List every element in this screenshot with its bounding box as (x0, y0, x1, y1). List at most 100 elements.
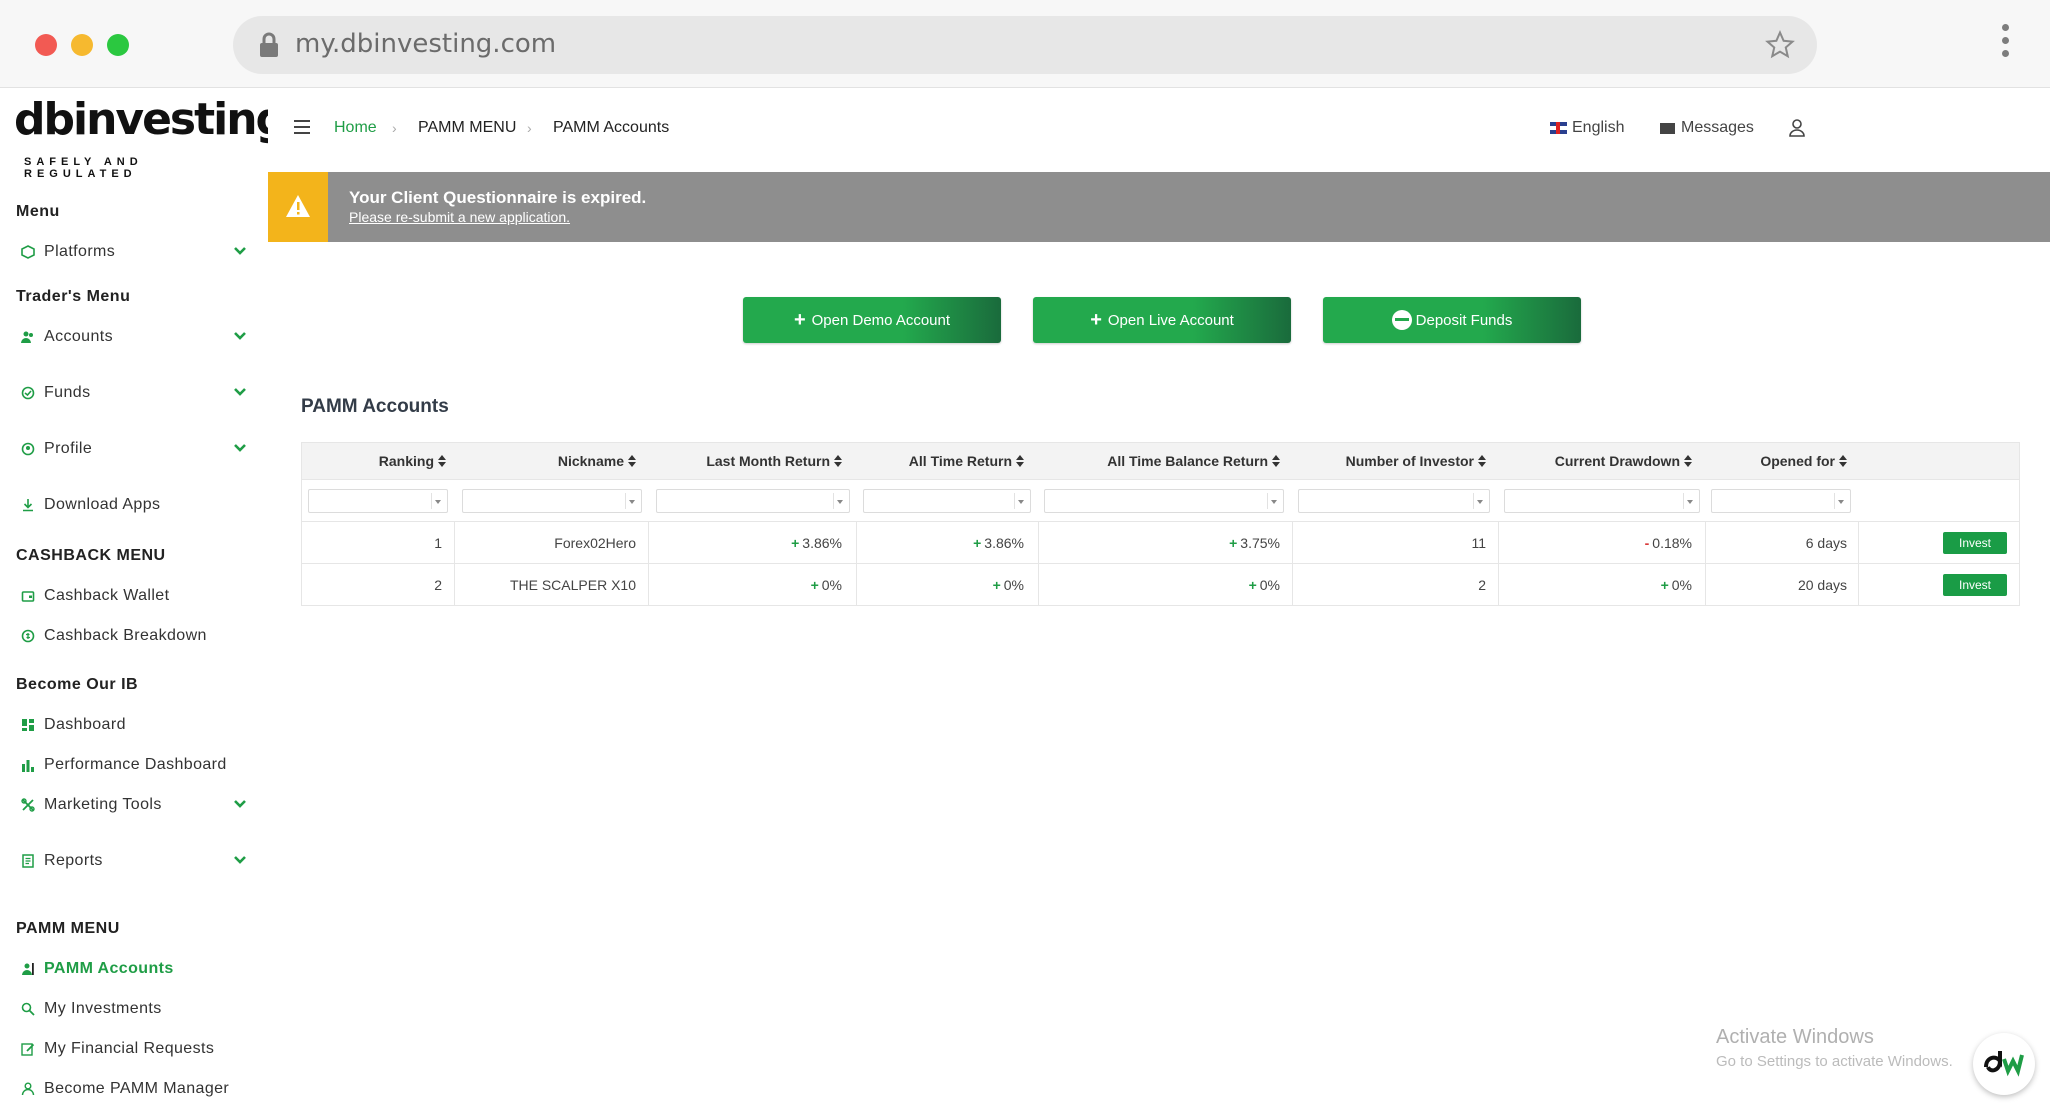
dashboard-icon (20, 717, 36, 733)
section-cashback-menu: CASHBACK MENU (16, 547, 166, 564)
minimize-window-button[interactable] (71, 34, 93, 56)
sidebar-item-dashboard[interactable]: Dashboard (20, 710, 260, 740)
address-bar[interactable]: my.dbinvesting.com (233, 16, 1817, 74)
deposit-funds-button[interactable]: Deposit Funds (1323, 297, 1581, 343)
sidebar-item-cashback-wallet[interactable]: Cashback Wallet (20, 581, 260, 611)
breadcrumb-pamm-menu[interactable]: PAMM MENU (418, 119, 516, 137)
table-row: 1 Forex02Hero 3.86% 3.86% 3.75% 11 0.18%… (302, 521, 2019, 564)
sidebar-item-marketing-tools[interactable]: Marketing Tools (20, 790, 260, 820)
sidebar-item-reports[interactable]: Reports (20, 846, 260, 876)
all-time-balance-return-cell: 0% (1032, 564, 1280, 606)
sidebar-item-platforms[interactable]: Platforms (20, 237, 260, 267)
open-demo-account-button[interactable]: + Open Demo Account (743, 297, 1001, 343)
ranking-cell: 1 (434, 535, 442, 551)
bookmark-star-icon[interactable] (1765, 30, 1795, 60)
windows-activation-watermark-subtitle: Go to Settings to activate Windows. (1716, 1053, 1953, 1070)
edit-icon (20, 1041, 36, 1057)
filter-row (302, 479, 2019, 521)
hamburger-menu-icon[interactable] (294, 120, 310, 134)
breadcrumb-home[interactable]: Home (334, 119, 377, 137)
section-menu: Menu (16, 203, 60, 220)
messages-link[interactable]: Messages (1660, 119, 1754, 137)
dropdown-caret-icon (431, 493, 443, 509)
invest-button[interactable]: Invest (1943, 574, 2007, 596)
column-header-ranking[interactable]: Ranking (302, 443, 446, 479)
last-month-return-filter-select[interactable] (656, 489, 850, 513)
app-window: dbinvesting SAFELY AND REGULATED Menu Pl… (0, 88, 2050, 1120)
sidebar-item-profile[interactable]: Profile (20, 434, 260, 464)
tools-icon (20, 797, 36, 813)
breadcrumb-separator-icon: › (527, 120, 532, 136)
sidebar-item-my-financial-requests[interactable]: My Financial Requests (20, 1034, 260, 1064)
page-title: PAMM Accounts (301, 396, 449, 417)
column-header-opened-for[interactable]: Opened for (1702, 443, 1847, 479)
chevron-down-icon[interactable] (232, 852, 248, 868)
number-of-investor-filter-select[interactable] (1298, 489, 1490, 513)
sidebar: dbinvesting SAFELY AND REGULATED Menu Pl… (0, 88, 287, 1120)
close-window-button[interactable] (35, 34, 57, 56)
logo[interactable]: dbinvesting SAFELY AND REGULATED (14, 94, 287, 180)
section-pamm-menu: PAMM MENU (16, 920, 120, 937)
nickname-cell: THE SCALPER X10 (509, 577, 636, 593)
envelope-icon (1660, 122, 1675, 134)
sort-icon (1478, 455, 1486, 467)
column-header-nickname[interactable]: Nickname (456, 443, 636, 479)
chevron-down-icon[interactable] (232, 243, 248, 259)
dropdown-caret-icon (1834, 493, 1846, 509)
chevron-down-icon[interactable] (232, 440, 248, 456)
section-become-ib: Become Our IB (16, 676, 139, 693)
sidebar-item-label: Cashback Wallet (44, 587, 170, 604)
section-traders-menu: Trader's Menu (16, 288, 131, 305)
current-drawdown-filter-select[interactable] (1504, 489, 1700, 513)
ranking-filter-select[interactable] (308, 489, 448, 513)
column-header-number-of-investor[interactable]: Number of Investor (1286, 443, 1486, 479)
download-icon (20, 497, 36, 513)
sidebar-item-label: Dashboard (44, 716, 126, 733)
invest-button[interactable]: Invest (1943, 532, 2007, 554)
messages-label: Messages (1681, 119, 1754, 136)
sort-icon (1839, 455, 1847, 467)
sidebar-item-label: Funds (44, 384, 91, 401)
chevron-down-icon[interactable] (232, 328, 248, 344)
resubmit-application-link[interactable]: Please re-submit a new application. (349, 209, 570, 225)
all-time-balance-return-cell: 3.75% (1032, 522, 1280, 564)
chevron-down-icon[interactable] (232, 384, 248, 400)
all-time-return-filter-select[interactable] (863, 489, 1031, 513)
column-header-last-month-return[interactable]: Last Month Return (642, 443, 842, 479)
bar-chart-icon (20, 757, 36, 773)
sidebar-item-funds[interactable]: Funds (20, 378, 260, 408)
button-label: Deposit Funds (1415, 311, 1513, 329)
browser-menu-icon[interactable] (2000, 24, 2010, 64)
sidebar-item-label: Cashback Breakdown (44, 627, 207, 644)
sidebar-item-cashback-breakdown[interactable]: Cashback Breakdown (20, 621, 260, 651)
maximize-window-button[interactable] (107, 34, 129, 56)
chevron-down-icon[interactable] (232, 796, 248, 812)
all-time-balance-return-filter-select[interactable] (1044, 489, 1284, 513)
column-header-all-time-balance-return[interactable]: All Time Balance Return (1032, 443, 1280, 479)
coin-icon (1391, 310, 1412, 330)
user-icon[interactable] (1788, 118, 1806, 138)
search-money-icon (20, 1001, 36, 1017)
column-header-current-drawdown[interactable]: Current Drawdown (1492, 443, 1692, 479)
last-month-return-cell: 0% (642, 564, 842, 606)
sort-icon (438, 455, 446, 467)
language-selector[interactable]: English (1550, 119, 1624, 137)
url-text[interactable]: my.dbinvesting.com (295, 29, 556, 59)
sidebar-item-accounts[interactable]: Accounts (20, 322, 260, 352)
sidebar-item-become-pamm-manager[interactable]: Become PAMM Manager (20, 1074, 260, 1104)
dropdown-caret-icon (1267, 493, 1279, 509)
sidebar-item-my-investments[interactable]: My Investments (20, 994, 260, 1024)
nickname-filter-select[interactable] (462, 489, 642, 513)
open-live-account-button[interactable]: + Open Live Account (1033, 297, 1291, 343)
opened-for-filter-select[interactable] (1711, 489, 1851, 513)
sidebar-item-performance-dashboard[interactable]: Performance Dashboard (20, 750, 260, 780)
logo-tagline: SAFELY AND REGULATED (24, 156, 143, 180)
column-header-all-time-return[interactable]: All Time Return (850, 443, 1024, 479)
sidebar-item-label: Download Apps (44, 496, 161, 513)
logo-wordmark: dbinvesting (14, 94, 287, 145)
sidebar-item-pamm-accounts[interactable]: PAMM Accounts (20, 954, 260, 984)
live-chat-button[interactable] (1973, 1033, 2035, 1095)
sidebar-item-download-apps[interactable]: Download Apps (20, 490, 260, 520)
sort-icon (834, 455, 842, 467)
users-icon (20, 329, 36, 345)
